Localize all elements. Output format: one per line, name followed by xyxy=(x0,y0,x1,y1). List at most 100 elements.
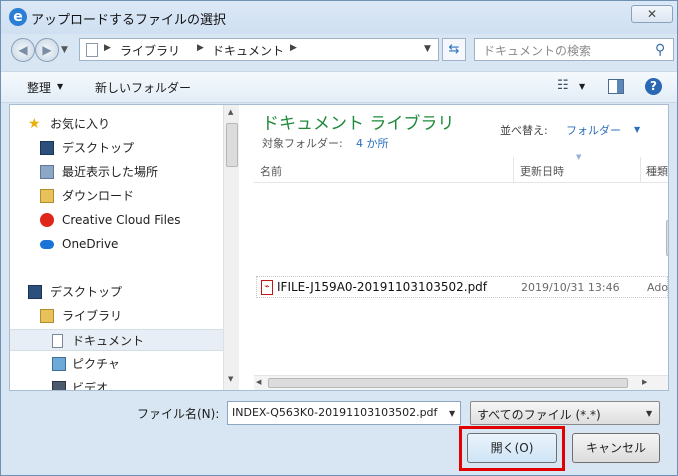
nav-item-recent-places[interactable]: 最近表示した場所 xyxy=(10,161,223,183)
chevron-down-icon[interactable]: ▼ xyxy=(634,125,640,134)
nav-item-label: OneDrive xyxy=(62,237,119,251)
navigation-scrollbar[interactable]: ▲ ▼ xyxy=(223,105,239,390)
arrange-by-dropdown[interactable]: フォルダー xyxy=(566,122,621,138)
nav-item-desktop[interactable]: デスクトップ xyxy=(10,137,223,159)
library-title: ドキュメント ライブラリ xyxy=(262,114,455,134)
breadcrumb-separator-icon[interactable]: ▶ xyxy=(290,43,297,53)
filename-value[interactable]: INDEX-Q563K0-20191103103502.pdf xyxy=(232,406,437,419)
chevron-down-icon[interactable]: ▼ xyxy=(449,409,455,418)
includes-locations-link[interactable]: 4 か所 xyxy=(356,135,389,151)
arrange-by-label: 並べ替え: xyxy=(500,124,548,137)
chevron-down-icon: ▼ xyxy=(57,82,64,91)
sort-indicator-icon: ▼ xyxy=(576,153,582,161)
preview-pane-icon[interactable] xyxy=(608,79,624,94)
address-history-dropdown-icon[interactable]: ▼ xyxy=(424,44,431,54)
nav-item-label: ドキュメント xyxy=(72,334,145,348)
new-folder-button[interactable]: 新しいフォルダー xyxy=(95,79,191,96)
nav-item-label: ライブラリ xyxy=(62,309,123,323)
scrollbar-thumb[interactable] xyxy=(268,378,628,388)
scroll-down-icon[interactable]: ▼ xyxy=(228,375,233,383)
navigation-pane: ★ お気に入り デスクトップ 最近表示した場所 ダウンロード Creative … xyxy=(10,105,239,390)
search-icon[interactable]: ⚲ xyxy=(655,42,671,58)
nav-item-pictures[interactable]: ピクチャ xyxy=(10,353,223,375)
nav-item-label: ダウンロード xyxy=(62,189,135,203)
open-button[interactable]: 開く(O) xyxy=(467,433,557,463)
chevron-down-icon[interactable]: ▼ xyxy=(646,409,652,418)
back-button[interactable]: ◀ xyxy=(11,38,35,62)
command-toolbar: 整理 ▼ 新しいフォルダー ☷ ▼ ? xyxy=(1,71,677,103)
download-folder-icon xyxy=(40,189,54,203)
video-icon xyxy=(52,381,66,390)
organize-menu-button[interactable]: 整理 xyxy=(27,79,51,96)
nav-item-desktop-root[interactable]: デスクトップ xyxy=(10,281,223,303)
column-header-type[interactable]: 種類 xyxy=(646,163,668,179)
scroll-left-icon[interactable]: ◀ xyxy=(256,378,261,386)
library-folder-icon xyxy=(40,309,54,323)
breadcrumb-separator-icon[interactable]: ▶ xyxy=(197,43,204,53)
nav-item-label: ピクチャ xyxy=(72,357,120,371)
recent-locations-dropdown[interactable]: ▼ xyxy=(61,45,68,55)
file-list-vertical-scrollbar[interactable] xyxy=(666,184,668,380)
nav-item-onedrive[interactable]: OneDrive xyxy=(10,233,223,255)
file-type-select[interactable]: すべてのファイル (*.*) ▼ xyxy=(470,401,660,425)
nav-item-creative-cloud[interactable]: Creative Cloud Files xyxy=(10,209,223,231)
nav-item-label: お気に入り xyxy=(50,117,111,131)
title-bar: e アップロードするファイルの選択 ✕ xyxy=(1,1,677,34)
arrow-left-icon: ◀ xyxy=(18,43,28,57)
pdf-file-icon: ⌁ xyxy=(261,280,273,295)
forward-button[interactable]: ▶ xyxy=(35,38,59,62)
breadcrumb-documents[interactable]: ドキュメント xyxy=(212,42,284,59)
scroll-up-icon[interactable]: ▲ xyxy=(228,108,233,116)
column-header-date-modified[interactable]: 更新日時 xyxy=(520,163,564,179)
desktop-icon xyxy=(40,141,54,155)
dialog-footer: ファイル名(N): INDEX-Q563K0-20191103103502.pd… xyxy=(1,393,677,475)
nav-item-downloads[interactable]: ダウンロード xyxy=(10,185,223,207)
nav-item-libraries[interactable]: ライブラリ xyxy=(10,305,223,327)
breadcrumb-separator-icon[interactable]: ▶ xyxy=(104,43,111,53)
file-list-pane: ドキュメント ライブラリ 対象フォルダー: 4 か所 並べ替え: フォルダー ▼… xyxy=(242,105,668,390)
file-dialog-window: e アップロードするファイルの選択 ✕ ◀ ▶ ▼ ▶ ライブラリ ▶ ドキュメ… xyxy=(0,0,678,476)
column-header-row: 名前 ▼ 更新日時 種類 xyxy=(254,153,668,183)
file-date-modified: 2019/10/31 13:46 xyxy=(521,281,620,294)
refresh-button[interactable]: ⇆ xyxy=(442,38,466,61)
nav-item-favorites[interactable]: ★ お気に入り xyxy=(10,113,223,135)
picture-icon xyxy=(52,357,66,371)
includes-label: 対象フォルダー: xyxy=(262,137,343,150)
onedrive-cloud-icon xyxy=(40,240,54,249)
nav-item-label: Creative Cloud Files xyxy=(62,213,181,227)
star-icon: ★ xyxy=(28,116,41,132)
nav-item-label: デスクトップ xyxy=(50,285,123,299)
file-type-value: すべてのファイル (*.*) xyxy=(477,408,601,422)
nav-item-label: 最近表示した場所 xyxy=(62,165,159,179)
filename-label: ファイル名(N): xyxy=(137,407,220,421)
recent-places-icon xyxy=(40,165,54,179)
scroll-right-icon[interactable]: ▶ xyxy=(642,378,647,386)
address-bar[interactable]: ▶ ライブラリ ▶ ドキュメント ▶ ▼ xyxy=(79,38,439,61)
scrollbar-thumb[interactable] xyxy=(666,220,668,256)
file-type: Ado xyxy=(647,281,668,294)
column-divider[interactable] xyxy=(640,157,641,183)
column-header-name[interactable]: 名前 xyxy=(260,163,282,179)
search-box[interactable]: ドキュメントの検索 ⚲ xyxy=(474,38,674,61)
file-name: IFILE-J159A0-20191103103502.pdf xyxy=(277,280,488,294)
refresh-icon: ⇆ xyxy=(448,42,460,57)
breadcrumb-library[interactable]: ライブラリ xyxy=(120,42,180,59)
cancel-button[interactable]: キャンセル xyxy=(572,433,660,463)
internet-explorer-icon: e xyxy=(9,8,27,26)
file-list-horizontal-scrollbar[interactable]: ◀ ▶ xyxy=(254,375,668,390)
close-button[interactable]: ✕ xyxy=(631,5,673,23)
help-icon[interactable]: ? xyxy=(645,78,662,95)
column-divider[interactable] xyxy=(513,157,514,183)
scrollbar-thumb[interactable] xyxy=(226,123,238,167)
arrow-right-icon: ▶ xyxy=(42,43,52,57)
document-icon xyxy=(52,334,63,348)
file-row[interactable]: ⌁ IFILE-J159A0-20191103103502.pdf 2019/1… xyxy=(256,276,668,298)
view-options-icon[interactable]: ☷ xyxy=(557,78,569,93)
chevron-down-icon: ▼ xyxy=(61,45,68,55)
filename-combobox[interactable]: INDEX-Q563K0-20191103103502.pdf ▼ xyxy=(227,401,461,425)
creative-cloud-icon xyxy=(40,213,54,227)
browser-content: ★ お気に入り デスクトップ 最近表示した場所 ダウンロード Creative … xyxy=(9,104,669,391)
nav-item-documents[interactable]: ドキュメント xyxy=(10,329,223,351)
chevron-down-icon[interactable]: ▼ xyxy=(579,82,585,91)
nav-item-videos[interactable]: ビデオ xyxy=(10,377,223,390)
